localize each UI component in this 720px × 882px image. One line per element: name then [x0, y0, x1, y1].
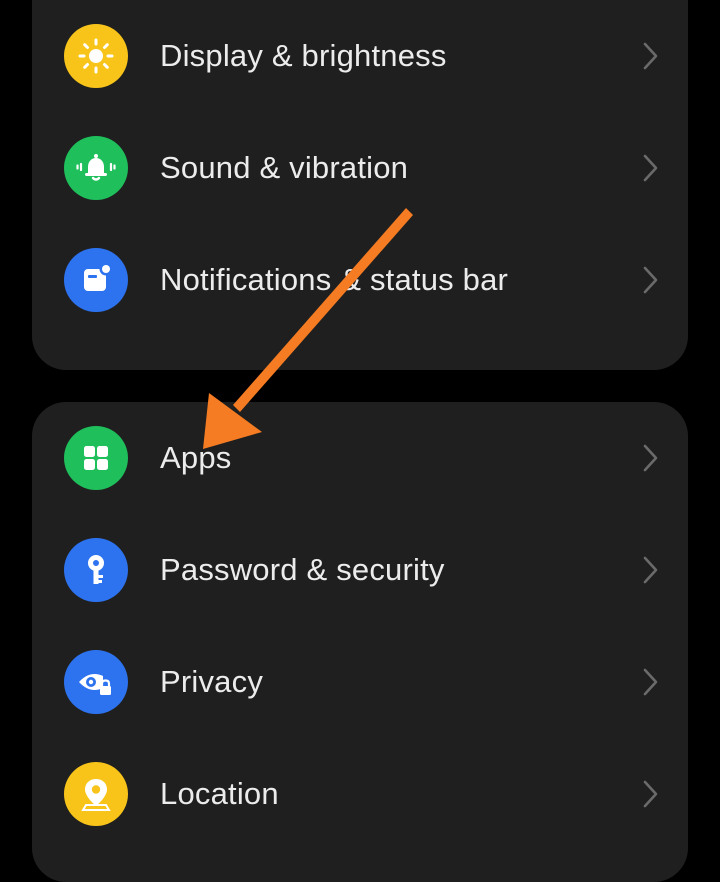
settings-item-notifications-status-bar[interactable]: Notifications & status bar: [32, 224, 688, 336]
chevron-right-icon: [643, 42, 658, 70]
bell-icon: [76, 154, 116, 181]
chevron-right-icon: [643, 266, 658, 294]
apps-grid-icon: [84, 446, 108, 470]
chevron-right-icon: [643, 780, 658, 808]
settings-item-label: Notifications & status bar: [160, 262, 509, 297]
privacy-eye-lock-icon: [79, 674, 111, 695]
sun-icon: [78, 38, 114, 74]
settings-item-privacy[interactable]: Privacy: [32, 626, 688, 738]
apps-icon-badge: [64, 426, 128, 490]
settings-item-label: Sound & vibration: [160, 150, 409, 185]
location-icon-badge: [64, 762, 128, 826]
display-brightness-icon-badge: [64, 24, 128, 88]
settings-item-location[interactable]: Location: [32, 738, 688, 850]
settings-group-apps: Apps Password & security Privacy Locatio…: [32, 402, 688, 882]
chevron-right-icon: [643, 556, 658, 584]
chevron-right-icon: [643, 154, 658, 182]
settings-item-label: Display & brightness: [160, 38, 447, 73]
notifications-icon-badge: [64, 248, 128, 312]
privacy-icon-badge: [64, 650, 128, 714]
settings-item-display-brightness[interactable]: Display & brightness: [32, 0, 688, 112]
sound-vibration-icon-badge: [64, 136, 128, 200]
settings-item-label: Apps: [160, 440, 232, 475]
settings-item-password-security[interactable]: Password & security: [32, 514, 688, 626]
settings-item-label: Privacy: [160, 664, 264, 699]
settings-item-label: Password & security: [160, 552, 445, 587]
chevron-right-icon: [643, 668, 658, 696]
settings-item-sound-vibration[interactable]: Sound & vibration: [32, 112, 688, 224]
settings-item-label: Location: [160, 776, 279, 811]
password-security-icon-badge: [64, 538, 128, 602]
key-icon: [88, 555, 104, 584]
location-pin-icon: [81, 779, 111, 811]
settings-group-display: Display & brightness Sound & vibration N…: [32, 0, 688, 370]
notification-icon: [84, 262, 113, 291]
settings-item-apps[interactable]: Apps: [32, 402, 688, 514]
chevron-right-icon: [643, 444, 658, 472]
